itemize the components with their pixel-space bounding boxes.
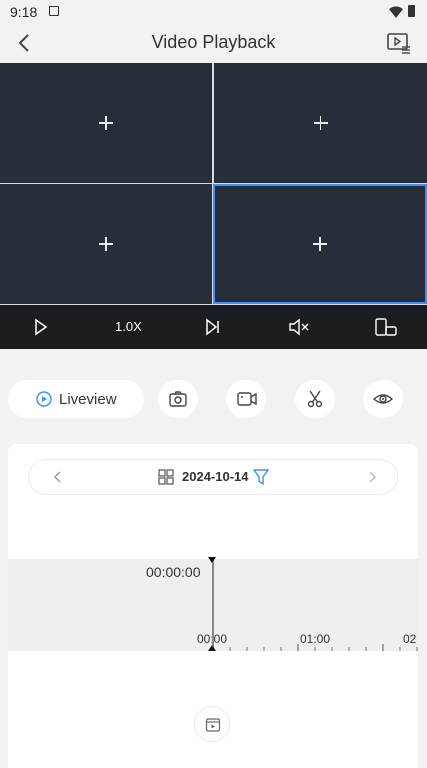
cursor-top-marker	[208, 557, 216, 563]
add-channel-icon[interactable]	[99, 237, 113, 251]
current-time: 00:00:00	[146, 564, 201, 580]
battery-icon	[408, 5, 415, 17]
status-bar: 9:18	[0, 0, 427, 24]
play-icon[interactable]	[33, 317, 49, 337]
mute-icon[interactable]	[288, 317, 310, 337]
filter-icon[interactable]	[253, 468, 269, 486]
video-grid	[0, 63, 427, 305]
add-channel-icon[interactable]	[99, 116, 113, 130]
next-frame-icon[interactable]	[204, 317, 222, 337]
notification-icon	[49, 6, 59, 16]
snapshot-button[interactable]	[158, 380, 198, 418]
cursor-bottom-marker	[208, 645, 216, 651]
video-cell-4[interactable]	[213, 184, 427, 304]
date-selector: 2024-10-14	[28, 459, 398, 495]
record-video-button[interactable]	[226, 380, 266, 418]
timeline-cursor[interactable]	[211, 559, 214, 651]
timeline-panel: 2024-10-14 00:00:00 00:00 01:00 02	[8, 444, 418, 768]
video-record-icon	[237, 392, 257, 406]
clip-button[interactable]	[295, 380, 335, 418]
liveview-label: Liveview	[59, 391, 117, 408]
page-title: Video Playback	[151, 32, 276, 52]
view-settings-button[interactable]	[363, 380, 403, 418]
eye-icon	[373, 394, 393, 404]
liveview-icon	[36, 391, 52, 407]
status-time: 9:18	[10, 4, 38, 20]
video-cell-1[interactable]	[0, 63, 212, 183]
video-cell-2[interactable]	[214, 63, 427, 183]
chevron-left-icon[interactable]	[49, 468, 67, 486]
add-channel-icon[interactable]	[313, 237, 327, 251]
grid-icon[interactable]	[158, 469, 174, 485]
recording-list-button[interactable]	[194, 706, 230, 742]
player-toolbar: 1.0X	[0, 305, 427, 349]
action-bar: Liveview	[0, 349, 427, 444]
video-list-icon	[205, 718, 221, 732]
playlist-icon[interactable]	[387, 32, 411, 54]
scissors-icon	[307, 390, 323, 408]
camera-icon	[169, 391, 187, 407]
wifi-icon	[389, 6, 403, 18]
add-channel-icon[interactable]	[313, 116, 328, 130]
header: Video Playback	[0, 24, 427, 64]
speed-button[interactable]: 1.0X	[115, 319, 142, 339]
timeline-track[interactable]: 00:00:00 00:00 01:00 02	[8, 557, 418, 651]
fullscreen-rotate-icon[interactable]	[374, 317, 398, 337]
video-cell-3[interactable]	[0, 184, 212, 304]
liveview-button[interactable]: Liveview	[8, 380, 144, 418]
selected-date[interactable]: 2024-10-14	[182, 469, 249, 484]
chevron-right-icon[interactable]	[363, 468, 381, 486]
